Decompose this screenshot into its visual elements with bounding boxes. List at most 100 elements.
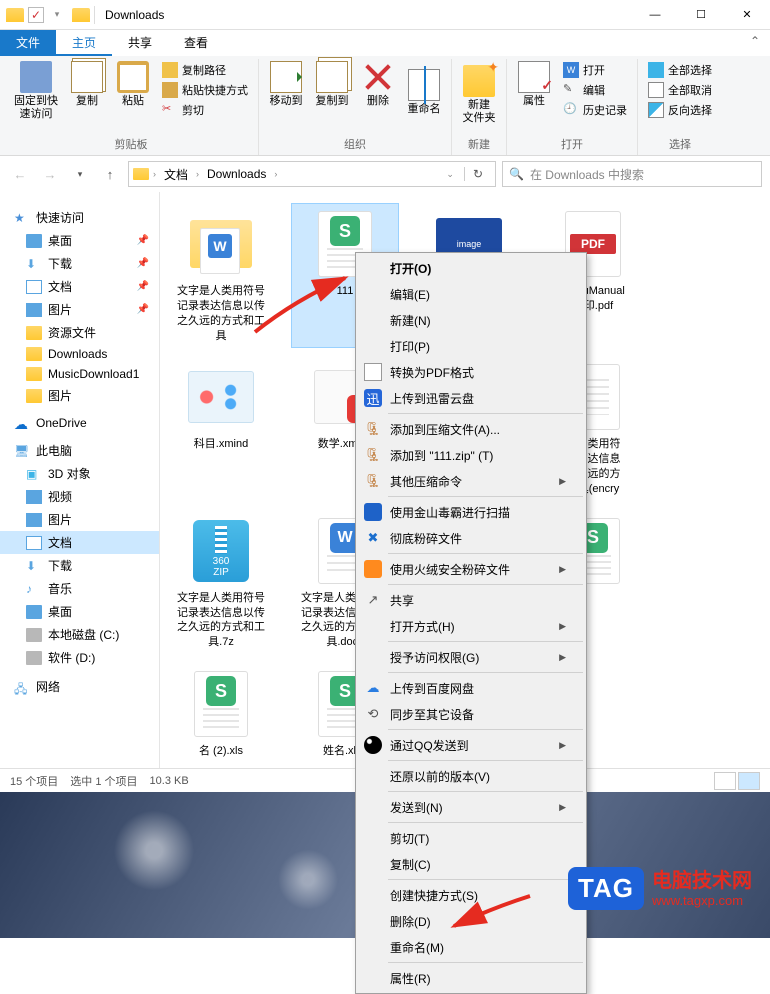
refresh-button[interactable]: ↻ bbox=[464, 167, 491, 181]
sidebar-resources[interactable]: 资源文件 bbox=[0, 321, 159, 344]
search-box[interactable]: 🔍 在 Downloads 中搜索 bbox=[502, 161, 762, 187]
sidebar-diskd[interactable]: 软件 (D:) bbox=[0, 646, 159, 669]
ctx-edit[interactable]: 编辑(E) bbox=[358, 281, 584, 307]
ctx-grant[interactable]: 授予访问权限(G)▶ bbox=[358, 644, 584, 670]
selectall-button[interactable]: 全部选择 bbox=[644, 61, 716, 79]
sidebar-pics2[interactable]: 图片 bbox=[0, 384, 159, 407]
copypath-button[interactable]: 复制路径 bbox=[158, 61, 252, 79]
ctx-cut[interactable]: 剪切(T) bbox=[358, 825, 584, 851]
sidebar-documents[interactable]: 文档📌 bbox=[0, 275, 159, 298]
maximize-button[interactable]: ☐ bbox=[678, 0, 724, 30]
sidebar-desktop[interactable]: 桌面📌 bbox=[0, 229, 159, 252]
ctx-addzip[interactable]: 🗜添加到 "111.zip" (T) bbox=[358, 442, 584, 468]
qat-checkbox[interactable]: ✓ bbox=[28, 7, 44, 23]
nav-back-button[interactable]: ← bbox=[8, 162, 32, 186]
file-item[interactable]: W文字是人类用符号记录表达信息以传之久远的方式和工具 bbox=[168, 204, 274, 347]
share-icon: ↗ bbox=[364, 591, 382, 609]
selectinvert-button[interactable]: 反向选择 bbox=[644, 101, 716, 119]
file-item[interactable]: 360ZIP文字是人类用符号记录表达信息以传之久远的方式和工具.7z bbox=[168, 511, 274, 654]
sidebar-music2[interactable]: ♪音乐 bbox=[0, 577, 159, 600]
ctx-open[interactable]: 打开(O) bbox=[358, 255, 584, 281]
sidebar-downloads[interactable]: ⬇下载📌 bbox=[0, 252, 159, 275]
ctx-xunlei[interactable]: 迅上传到迅雷云盘 bbox=[358, 385, 584, 411]
selectnone-button[interactable]: 全部取消 bbox=[644, 81, 716, 99]
sidebar-pictures[interactable]: 图片📌 bbox=[0, 298, 159, 321]
sidebar-3dobj[interactable]: ▣3D 对象 bbox=[0, 462, 159, 485]
ctx-sendto[interactable]: 发送到(N)▶ bbox=[358, 794, 584, 820]
sidebar-thispc[interactable]: 🖥此电脑 bbox=[0, 439, 159, 462]
breadcrumb-docs[interactable]: 文档 bbox=[160, 166, 192, 183]
ctx-sync[interactable]: ⟲同步至其它设备 bbox=[358, 701, 584, 727]
tab-file[interactable]: 文件 bbox=[0, 30, 56, 56]
cut-button[interactable]: ✂剪切 bbox=[158, 101, 252, 119]
ribbon-tabs: 文件 主页 共享 查看 ⌃ bbox=[0, 30, 770, 56]
sidebar-desk2[interactable]: 桌面 bbox=[0, 600, 159, 623]
open-button[interactable]: W打开 bbox=[559, 61, 631, 79]
ctx-shred[interactable]: ✖彻底粉碎文件 bbox=[358, 525, 584, 551]
close-button[interactable]: ✕ bbox=[724, 0, 770, 30]
ctx-copy[interactable]: 复制(C) bbox=[358, 851, 584, 877]
nav-forward-button[interactable]: → bbox=[38, 162, 62, 186]
status-size: 10.3 KB bbox=[150, 775, 189, 787]
breadcrumb-downloads[interactable]: Downloads bbox=[203, 167, 270, 181]
edit-button[interactable]: ✎编辑 bbox=[559, 81, 631, 99]
ribbon-collapse-button[interactable]: ⌃ bbox=[740, 30, 770, 56]
ctx-new[interactable]: 新建(N) bbox=[358, 307, 584, 333]
ctx-jinshan[interactable]: 使用金山毒霸进行扫描 bbox=[358, 499, 584, 525]
ctx-shortcut[interactable]: 创建快捷方式(S) bbox=[358, 882, 584, 908]
ctx-properties[interactable]: 属性(R) bbox=[358, 965, 584, 991]
qat-dropdown[interactable]: ▾ bbox=[46, 4, 68, 26]
archive-icon: 🗜 bbox=[364, 446, 382, 464]
properties-button[interactable]: 属性 bbox=[513, 59, 555, 110]
sidebar-docs2[interactable]: 文档 bbox=[0, 531, 159, 554]
sidebar-dlfolder[interactable]: Downloads bbox=[0, 344, 159, 364]
group-select: 选择 bbox=[644, 133, 716, 155]
delete-button[interactable]: 删除 bbox=[357, 59, 399, 110]
file-item[interactable]: 科目.xmind bbox=[168, 357, 274, 500]
copyto-button[interactable]: 复制到 bbox=[311, 59, 353, 110]
nav-up-button[interactable]: ↑ bbox=[98, 162, 122, 186]
group-clipboard: 剪贴板 bbox=[10, 133, 252, 155]
ctx-openwith[interactable]: 打开方式(H)▶ bbox=[358, 613, 584, 639]
minimize-button[interactable]: ― bbox=[632, 0, 678, 30]
window-title: Downloads bbox=[105, 8, 164, 22]
newfolder-button[interactable]: 新建 文件夹 bbox=[458, 59, 500, 127]
tab-view[interactable]: 查看 bbox=[168, 30, 224, 56]
view-details-button[interactable] bbox=[714, 772, 736, 790]
ctx-addarchive[interactable]: 🗜添加到压缩文件(A)... bbox=[358, 416, 584, 442]
ctx-otherzip[interactable]: 🗜其他压缩命令▶ bbox=[358, 468, 584, 494]
ctx-topdf[interactable]: 转换为PDF格式 bbox=[358, 359, 584, 385]
tab-share[interactable]: 共享 bbox=[112, 30, 168, 56]
nav-recent-button[interactable]: ▾ bbox=[68, 162, 92, 186]
history-button[interactable]: 🕘历史记录 bbox=[559, 101, 631, 119]
sidebar-videos[interactable]: 视频 bbox=[0, 485, 159, 508]
archive-icon: 🗜 bbox=[364, 472, 382, 490]
ctx-baidu[interactable]: ☁上传到百度网盘 bbox=[358, 675, 584, 701]
copy-button[interactable]: 复制 bbox=[66, 59, 108, 110]
ctx-delete[interactable]: 删除(D) bbox=[358, 908, 584, 934]
sidebar-quickaccess[interactable]: ★快速访问 bbox=[0, 206, 159, 229]
sidebar-diskc[interactable]: 本地磁盘 (C:) bbox=[0, 623, 159, 646]
sidebar-musicdl[interactable]: MusicDownload1 bbox=[0, 364, 159, 384]
sidebar-network[interactable]: 🖧网络 bbox=[0, 675, 159, 698]
tab-home[interactable]: 主页 bbox=[56, 30, 112, 56]
ctx-qq[interactable]: 通过QQ发送到▶ bbox=[358, 732, 584, 758]
titlebar: ✓ ▾ Downloads ― ☐ ✕ bbox=[0, 0, 770, 30]
ctx-share[interactable]: ↗共享 bbox=[358, 587, 584, 613]
paste-button[interactable]: 粘贴 bbox=[112, 59, 154, 110]
rename-button[interactable]: 重命名 bbox=[403, 59, 445, 118]
sidebar-pics3[interactable]: 图片 bbox=[0, 508, 159, 531]
ctx-huorong[interactable]: 使用火绒安全粉碎文件▶ bbox=[358, 556, 584, 582]
address-bar: ← → ▾ ↑ › 文档 › Downloads › ⌄ ↻ 🔍 在 Downl… bbox=[0, 156, 770, 192]
address-dropdown[interactable]: ⌄ bbox=[440, 169, 460, 180]
view-icons-button[interactable] bbox=[738, 772, 760, 790]
sidebar-dl2[interactable]: ⬇下载 bbox=[0, 554, 159, 577]
moveto-button[interactable]: 移动到 bbox=[265, 59, 307, 110]
file-item[interactable]: 名 (2).xls bbox=[168, 664, 274, 763]
pasteshortcut-button[interactable]: 粘贴快捷方式 bbox=[158, 81, 252, 99]
ctx-prev[interactable]: 还原以前的版本(V) bbox=[358, 763, 584, 789]
sidebar-onedrive[interactable]: ☁OneDrive bbox=[0, 413, 159, 433]
ctx-print[interactable]: 打印(P) bbox=[358, 333, 584, 359]
address-box[interactable]: › 文档 › Downloads › ⌄ ↻ bbox=[128, 161, 496, 187]
pin-button[interactable]: 固定到快 速访问 bbox=[10, 59, 62, 123]
